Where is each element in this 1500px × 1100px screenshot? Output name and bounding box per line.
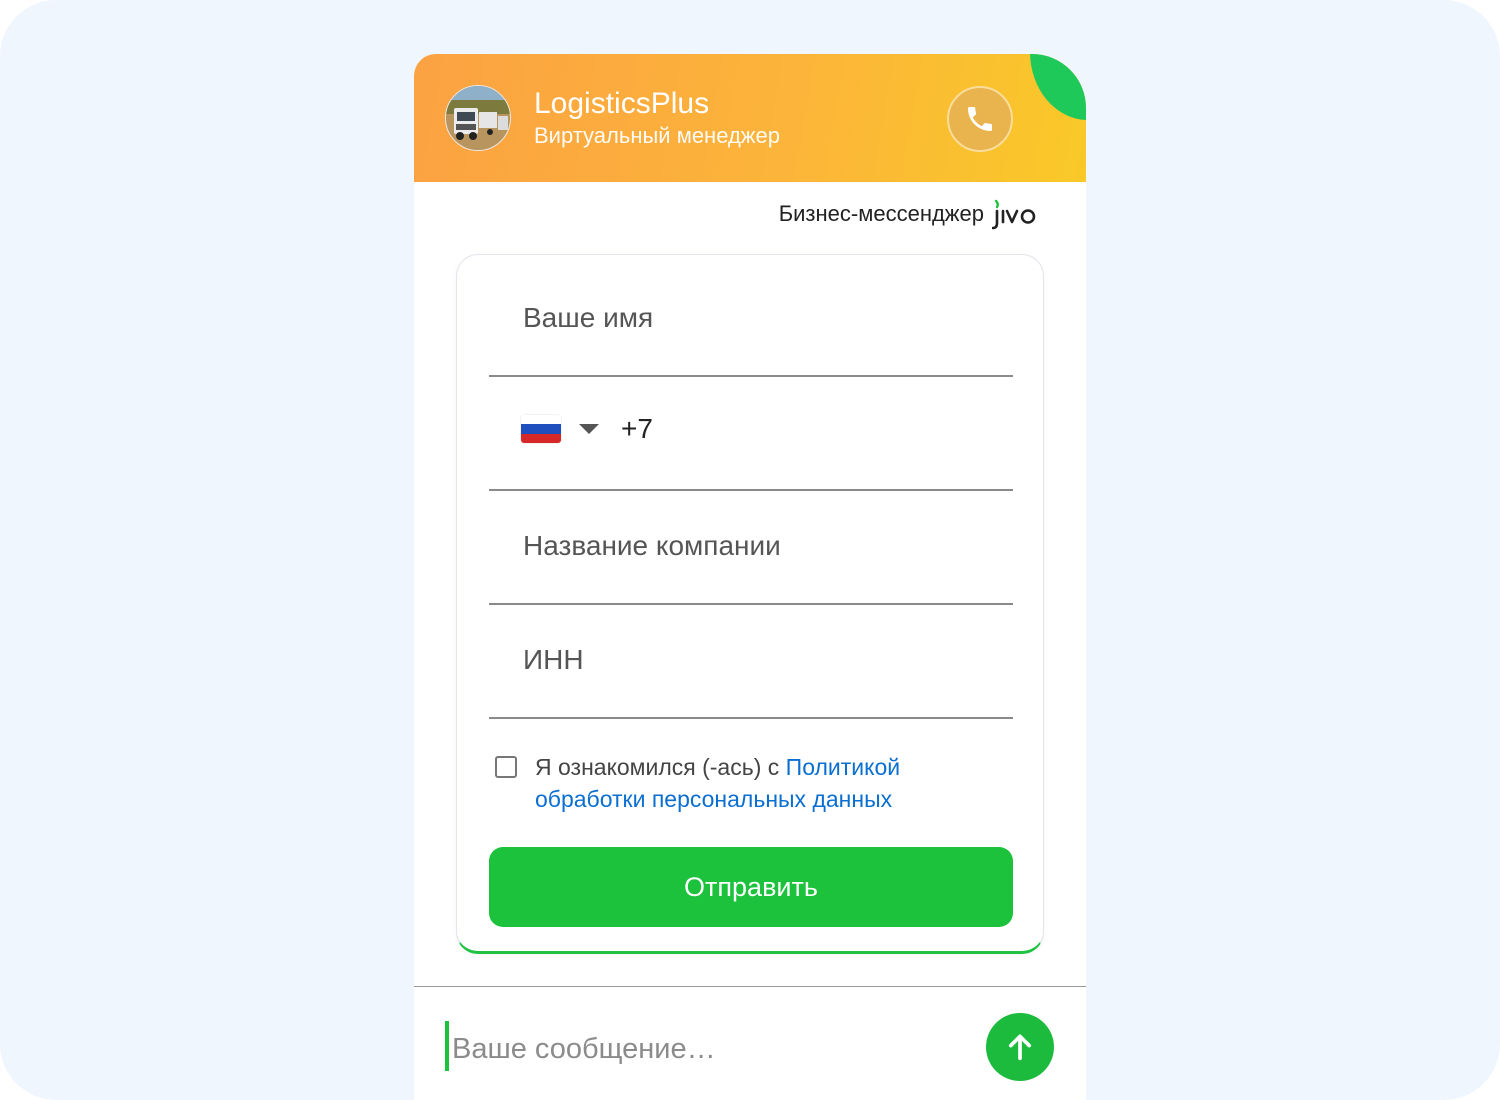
message-input[interactable] — [450, 1027, 954, 1071]
branding[interactable]: Бизнес-мессенджер — [779, 196, 1038, 232]
avatar — [445, 85, 511, 151]
chat-header: LogisticsPlus Виртуальный менеджер — [414, 54, 1086, 182]
phone-prefix[interactable]: +7 — [621, 413, 653, 445]
name-input[interactable] — [521, 297, 985, 339]
call-button[interactable] — [947, 86, 1013, 152]
russia-flag-icon[interactable] — [521, 415, 561, 443]
phone-row: +7 — [521, 413, 653, 445]
consent-text: Я ознакомился (-ась) с Политикой обработ… — [535, 751, 1015, 815]
phone-field: +7 — [489, 377, 1013, 491]
consent-label: Я ознакомился (-ась) с — [535, 754, 786, 780]
inn-field — [489, 605, 1013, 719]
company-input[interactable] — [521, 525, 985, 567]
consent-checkbox[interactable] — [495, 756, 517, 778]
company-field — [489, 491, 1013, 605]
submit-button[interactable]: Отправить — [489, 847, 1013, 927]
send-button[interactable] — [986, 1013, 1054, 1081]
truck-photo-avatar-icon — [446, 86, 510, 150]
consent-row: Я ознакомился (-ась) с Политикой обработ… — [495, 751, 1015, 815]
contact-form: +7 Я ознакомился (-ась) с Политикой обра… — [456, 254, 1044, 954]
header-title: LogisticsPlus — [534, 87, 710, 120]
inn-input[interactable] — [521, 639, 985, 681]
branding-text: Бизнес-мессенджер — [778, 201, 984, 226]
corner-decoration — [1030, 54, 1086, 120]
chat-widget: LogisticsPlus Виртуальный менеджер Бизне… — [414, 54, 1086, 1100]
message-composer — [414, 986, 1086, 1100]
text-cursor — [445, 1021, 449, 1071]
header-subtitle: Виртуальный менеджер — [534, 123, 780, 148]
chevron-down-icon[interactable] — [579, 424, 599, 434]
phone-icon — [968, 107, 992, 131]
name-field — [489, 263, 1013, 377]
arrow-up-icon — [1008, 1034, 1032, 1061]
jivo-logo-icon — [992, 199, 1036, 230]
